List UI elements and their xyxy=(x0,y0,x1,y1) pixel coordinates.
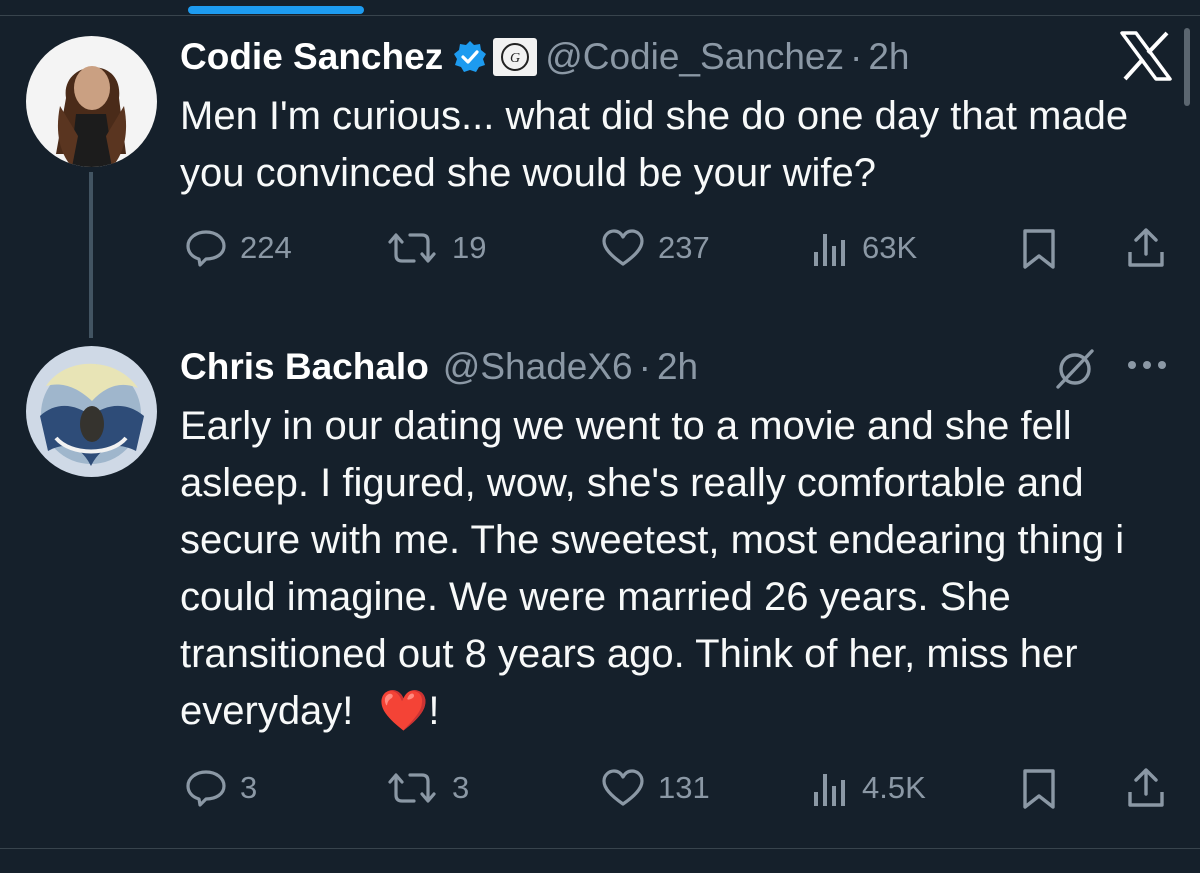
author-handle[interactable]: @Codie_Sanchez xyxy=(545,36,844,78)
grok-icon[interactable] xyxy=(1052,345,1098,396)
bookmark-icon xyxy=(1023,229,1055,269)
tweet-text-content: Early in our dating we went to a movie a… xyxy=(180,404,1125,733)
heart-icon xyxy=(602,229,644,266)
reply-count: 224 xyxy=(240,230,292,265)
thread-connector xyxy=(89,172,93,338)
reply-button[interactable]: 224 xyxy=(184,228,292,268)
heart-icon xyxy=(602,769,644,806)
retweet-button[interactable]: 3 xyxy=(384,768,469,808)
separator-dot: · xyxy=(638,346,651,387)
heart-emoji: ❤️ xyxy=(378,689,429,733)
more-icon[interactable] xyxy=(1126,358,1168,376)
like-count: 237 xyxy=(658,230,710,265)
bookmark-button[interactable] xyxy=(1020,228,1058,270)
share-button[interactable] xyxy=(1124,766,1168,810)
avatar[interactable] xyxy=(26,36,157,167)
share-icon xyxy=(1128,228,1164,267)
view-count: 4.5K xyxy=(862,770,926,805)
like-button[interactable]: 131 xyxy=(600,768,710,808)
retweet-count: 3 xyxy=(452,770,470,805)
x-logo-icon[interactable] xyxy=(1118,30,1174,82)
timestamp[interactable]: 2h xyxy=(657,346,698,388)
like-count: 131 xyxy=(658,770,710,805)
share-icon xyxy=(1128,768,1164,807)
bookmark-button[interactable] xyxy=(1020,768,1058,810)
bookmark-icon xyxy=(1023,769,1055,809)
author-name[interactable]: Codie Sanchez xyxy=(180,36,443,78)
retweet-icon xyxy=(388,233,436,263)
like-button[interactable]: 237 xyxy=(600,228,710,268)
tweet-text: Men I'm curious... what did she do one d… xyxy=(180,94,1129,195)
svg-text:G: G xyxy=(510,51,520,66)
author-handle[interactable]: @ShadeX6 xyxy=(443,346,633,388)
views-button[interactable]: 4.5K xyxy=(810,768,926,808)
avatar[interactable] xyxy=(26,346,157,477)
bottom-divider xyxy=(0,848,1200,849)
separator-dot: · xyxy=(850,36,863,77)
views-icon xyxy=(814,234,845,266)
verified-badge-icon xyxy=(453,40,487,74)
retweet-count: 19 xyxy=(452,230,487,265)
scrollbar[interactable] xyxy=(1184,28,1190,106)
retweet-button[interactable]: 19 xyxy=(384,228,486,268)
reply-icon xyxy=(186,230,226,267)
top-divider xyxy=(0,15,1200,16)
reply-icon xyxy=(186,770,226,807)
author-name[interactable]: Chris Bachalo xyxy=(180,346,429,388)
retweet-icon xyxy=(388,773,436,803)
share-button[interactable] xyxy=(1124,226,1168,270)
tweet-text-suffix: ! xyxy=(428,689,440,733)
timestamp[interactable]: 2h xyxy=(868,36,909,78)
views-icon xyxy=(814,774,845,806)
views-button[interactable]: 63K xyxy=(810,228,917,268)
affiliate-badge-icon[interactable]: G xyxy=(493,38,538,76)
tweet-text: Early in our dating we went to a movie a… xyxy=(180,398,1125,740)
view-count: 63K xyxy=(862,230,918,265)
reply-count: 3 xyxy=(240,770,258,805)
tab-indicator xyxy=(188,6,364,14)
reply-button[interactable]: 3 xyxy=(184,768,257,808)
